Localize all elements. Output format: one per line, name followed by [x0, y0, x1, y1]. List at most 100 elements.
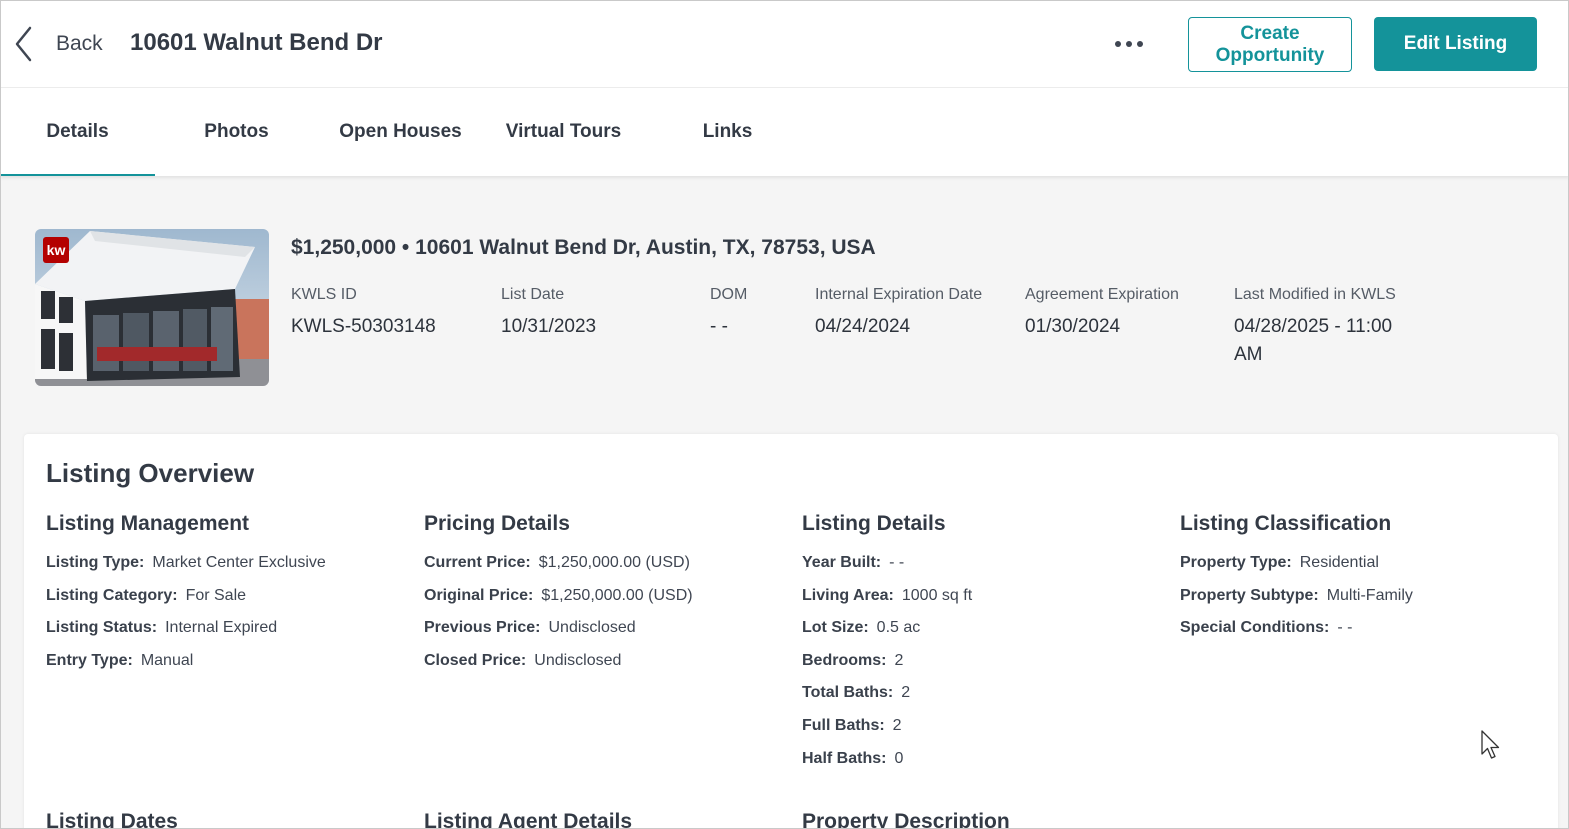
- card-title: Listing Overview: [46, 458, 255, 488]
- detail-value: Undisclosed: [548, 619, 636, 637]
- page-title: 10601 Walnut Bend Dr: [130, 29, 383, 56]
- detail-label: Full Baths:: [802, 716, 885, 734]
- meta-last-modified: Last Modified in KWLS 04/28/2025 - 11:00…: [1234, 286, 1424, 369]
- detail-value: For Sale: [185, 586, 247, 604]
- detail-label: Property Type:: [1180, 554, 1292, 571]
- tab-links[interactable]: Links: [650, 88, 805, 176]
- detail-label: Living Area:: [802, 586, 894, 604]
- section-title-property-description: Property Description: [802, 810, 1010, 829]
- meta-value: KWLS-50303148: [291, 316, 436, 337]
- detail-value: $1,250,000.00 (USD): [541, 586, 693, 604]
- detail-label: Bedrooms:: [802, 651, 887, 669]
- edit-listing-button[interactable]: Edit Listing: [1374, 17, 1537, 71]
- detail-label: Lot Size:: [802, 619, 869, 637]
- detail-value: - -: [1337, 619, 1353, 637]
- detail-value: 2: [892, 716, 902, 734]
- meta-label: Last Modified in KWLS: [1234, 286, 1396, 303]
- top-bar: Back 10601 Walnut Bend Dr Create Opportu…: [0, 0, 1569, 88]
- back-button[interactable]: Back: [12, 22, 103, 66]
- detail-row: Current Price: $1,250,000.00 (USD): [424, 554, 784, 587]
- detail-value: 0: [894, 749, 904, 767]
- meta-label: Agreement Expiration: [1025, 286, 1179, 303]
- kw-logo-text: kw: [47, 242, 66, 258]
- detail-row: Living Area: 1000 sq ft: [802, 587, 1162, 620]
- detail-row: Closed Price: Undisclosed: [424, 652, 784, 685]
- section-title: Listing Management: [46, 512, 250, 535]
- meta-list-date: List Date 10/31/2023: [501, 286, 701, 341]
- listing-summary-title: $1,250,000 • 10601 Walnut Bend Dr, Austi…: [291, 236, 876, 259]
- meta-value: 04/28/2025 - 11:00 AM: [1234, 316, 1393, 365]
- detail-value: Residential: [1299, 554, 1379, 571]
- section-listing-management: Listing Management Listing Type: Market C…: [46, 512, 406, 684]
- more-options-icon[interactable]: [1110, 30, 1148, 58]
- meta-value: 04/24/2024: [815, 316, 911, 337]
- detail-label: Entry Type:: [46, 651, 133, 669]
- detail-value: 2: [894, 651, 904, 669]
- tab-bar: Details Photos Open Houses Virtual Tours…: [0, 88, 1569, 176]
- detail-label: Listing Type:: [46, 554, 145, 571]
- mouse-cursor-icon: [1481, 730, 1500, 759]
- section-listing-classification: Listing Classification Property Type: Res…: [1180, 512, 1540, 652]
- detail-row: Listing Category: For Sale: [46, 587, 406, 620]
- listing-overview-card: Listing Overview Listing Management List…: [24, 434, 1558, 829]
- chevron-left-icon: [15, 26, 32, 62]
- detail-value: Manual: [140, 651, 194, 669]
- detail-row: Bedrooms: 2: [802, 652, 1162, 685]
- detail-label: Closed Price:: [424, 651, 527, 669]
- back-label: Back: [56, 32, 103, 55]
- meta-kwls-id: KWLS ID KWLS-50303148: [291, 286, 491, 341]
- detail-row: Entry Type: Manual: [46, 652, 406, 685]
- detail-value: 1000 sq ft: [901, 586, 973, 604]
- detail-row: Listing Status: Internal Expired: [46, 619, 406, 652]
- detail-row: Property Type: Residential: [1180, 554, 1540, 587]
- detail-value: - -: [889, 554, 905, 571]
- detail-row: Total Baths: 2: [802, 684, 1162, 717]
- detail-label: Listing Status:: [46, 619, 158, 637]
- section-title: Pricing Details: [424, 512, 570, 535]
- detail-row: Previous Price: Undisclosed: [424, 619, 784, 652]
- detail-row: Full Baths: 2: [802, 717, 1162, 750]
- detail-value: Multi-Family: [1326, 586, 1413, 604]
- detail-value: 0.5 ac: [876, 619, 921, 637]
- meta-value: 10/31/2023: [501, 316, 597, 337]
- detail-label: Listing Category:: [46, 586, 178, 604]
- listing-thumbnail[interactable]: kw: [35, 229, 269, 386]
- meta-label: Internal Expiration Date: [815, 286, 983, 303]
- detail-row: Special Conditions: - -: [1180, 619, 1540, 652]
- detail-label: Total Baths:: [802, 684, 894, 702]
- meta-value: 01/30/2024: [1025, 316, 1121, 337]
- detail-label: Original Price:: [424, 586, 534, 604]
- tab-photos[interactable]: Photos: [159, 88, 314, 176]
- detail-value: Undisclosed: [534, 651, 622, 669]
- detail-label: Current Price:: [424, 554, 531, 571]
- detail-value: $1,250,000.00 (USD): [538, 554, 690, 571]
- detail-label: Previous Price:: [424, 619, 541, 637]
- detail-row: Listing Type: Market Center Exclusive: [46, 554, 406, 587]
- section-pricing-details: Pricing Details Current Price: $1,250,000…: [424, 512, 784, 684]
- create-opportunity-button[interactable]: Create Opportunity: [1188, 17, 1352, 72]
- detail-value: Market Center Exclusive: [152, 554, 326, 571]
- detail-label: Year Built:: [802, 554, 882, 571]
- detail-row: Year Built: - -: [802, 554, 1162, 587]
- tab-details[interactable]: Details: [0, 88, 155, 176]
- detail-row: Lot Size: 0.5 ac: [802, 619, 1162, 652]
- meta-label: List Date: [501, 286, 565, 303]
- detail-row: Property Subtype: Multi-Family: [1180, 587, 1540, 620]
- section-title: Listing Details: [802, 512, 946, 535]
- meta-agreement-expiration: Agreement Expiration 01/30/2024: [1025, 286, 1225, 341]
- section-listing-details: Listing Details Year Built: - - Living Ar…: [802, 512, 1162, 782]
- detail-label: Property Subtype:: [1180, 586, 1319, 604]
- detail-row: Original Price: $1,250,000.00 (USD): [424, 587, 784, 620]
- section-title-listing-dates: Listing Dates: [46, 810, 178, 829]
- tab-open-houses[interactable]: Open Houses: [323, 88, 478, 176]
- section-title-listing-agent-details: Listing Agent Details: [424, 810, 633, 829]
- meta-internal-expiration: Internal Expiration Date 04/24/2024: [815, 286, 1015, 341]
- detail-label: Half Baths:: [802, 749, 887, 767]
- tab-virtual-tours[interactable]: Virtual Tours: [486, 88, 641, 176]
- section-title: Listing Classification: [1180, 512, 1392, 535]
- meta-label: KWLS ID: [291, 286, 357, 303]
- detail-label: Special Conditions:: [1180, 619, 1330, 637]
- detail-row: Half Baths: 0: [802, 750, 1162, 783]
- detail-value: Internal Expired: [165, 619, 278, 637]
- detail-value: 2: [901, 684, 911, 702]
